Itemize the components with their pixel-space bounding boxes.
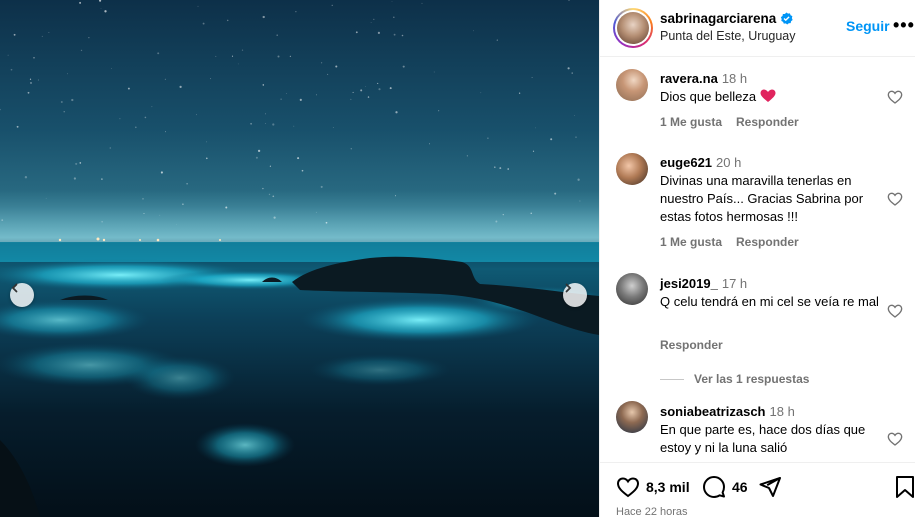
send-paper-plane-icon [759, 477, 781, 497]
comment-time: 18 h [721, 71, 748, 86]
like-comment-heart-icon[interactable] [887, 431, 903, 447]
post-location[interactable]: Punta del Este, Uruguay [660, 29, 796, 43]
comment-actions: 1 Me gusta Responder [660, 115, 799, 129]
comment-text: Dios que belleza [660, 88, 882, 106]
post-photo [0, 0, 599, 517]
post-sidebar: sabrinagarciarena Punta del Este, Urugua… [599, 0, 915, 517]
author-username[interactable]: sabrinagarciarena [660, 11, 793, 26]
author-avatar[interactable] [613, 8, 653, 48]
view-replies-button[interactable]: Ver las 1 respuestas [660, 372, 809, 386]
chevron-left-icon [11, 283, 18, 293]
share-button[interactable] [758, 475, 782, 499]
view-replies-label[interactable]: Ver las 1 respuestas [694, 372, 809, 386]
reply-button[interactable]: Responder [660, 338, 723, 352]
comment-button[interactable]: 46 [702, 475, 748, 499]
post-actions-bar: 8,3 mil 46 Hace 22 horas [600, 462, 915, 517]
comment-actions: Responder [660, 338, 723, 352]
bookmark-icon [896, 476, 914, 498]
comment-time: 20 h [716, 155, 742, 170]
comment-text: Divinas una maravilla tenerlas en nuestr… [660, 173, 864, 224]
next-image-button[interactable] [563, 283, 587, 307]
commenter-username[interactable]: soniabeatrizasch 18 h [660, 404, 795, 419]
comment-text: En que parte es, hace dos días que estoy… [660, 422, 866, 455]
commenter-username[interactable]: euge621 20 h [660, 155, 741, 170]
verified-badge-icon [781, 12, 793, 25]
follow-button[interactable]: Seguir [846, 18, 890, 34]
comment-likes[interactable]: 1 Me gusta [660, 235, 722, 249]
like-button[interactable]: 8,3 mil [616, 475, 690, 499]
commenter-username[interactable]: ravera.na 18 h [660, 71, 747, 86]
like-comment-heart-icon[interactable] [887, 191, 903, 207]
more-options-icon[interactable]: ••• [893, 15, 915, 36]
commenter-avatar[interactable] [616, 273, 648, 305]
save-button[interactable] [894, 475, 915, 499]
bioluminescent-sea-photo [0, 0, 599, 517]
commenter-avatar[interactable] [616, 153, 648, 185]
previous-image-button[interactable] [10, 283, 34, 307]
comment-time: 18 h [769, 404, 795, 419]
like-comment-heart-icon[interactable] [887, 89, 903, 105]
like-comment-heart-icon[interactable] [887, 303, 903, 319]
post-header: sabrinagarciarena Punta del Este, Urugua… [600, 0, 915, 57]
reply-button[interactable]: Responder [736, 115, 799, 129]
heart-icon [616, 477, 640, 498]
comment-text: Q celu tendrá en mi cel se veía re mal [660, 294, 879, 309]
chevron-right-icon [565, 283, 572, 293]
comments-list: ravera.na 18 h Dios que belleza 1 Me gust… [600, 58, 915, 462]
commenter-username[interactable]: jesi2019_ 17 h [660, 276, 747, 291]
commenter-avatar[interactable] [616, 69, 648, 101]
comment-actions: 1 Me gusta Responder [660, 235, 799, 249]
comment-likes[interactable]: 1 Me gusta [660, 115, 722, 129]
post-timestamp[interactable]: Hace 22 horas [616, 506, 688, 517]
comment-time: 17 h [721, 276, 748, 291]
commenter-avatar[interactable] [616, 401, 648, 433]
likes-count[interactable]: 8,3 mil [646, 479, 690, 495]
comment-bubble-icon [703, 476, 725, 498]
comments-count[interactable]: 46 [732, 479, 748, 495]
reply-button[interactable]: Responder [736, 235, 799, 249]
replies-divider [660, 378, 684, 380]
red-heart-emoji-icon [760, 89, 776, 102]
